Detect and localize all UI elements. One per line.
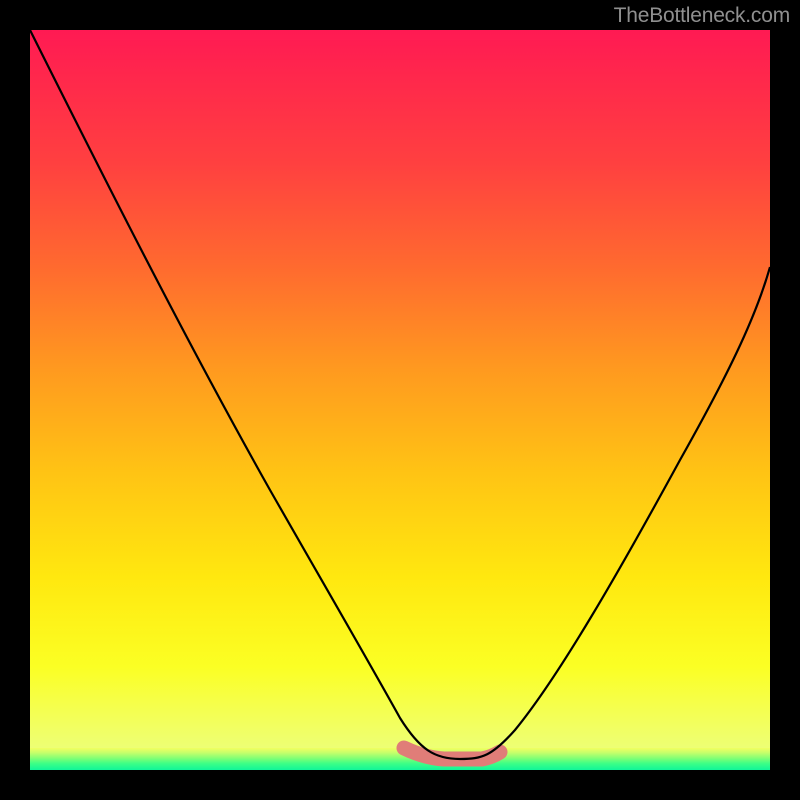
watermark-text: TheBottleneck.com <box>614 4 790 28</box>
bottleneck-highlight <box>404 748 500 759</box>
plot-area <box>30 30 770 770</box>
bottleneck-curve <box>30 30 770 759</box>
curve-overlay <box>30 30 770 770</box>
chart-frame: TheBottleneck.com <box>0 0 800 800</box>
